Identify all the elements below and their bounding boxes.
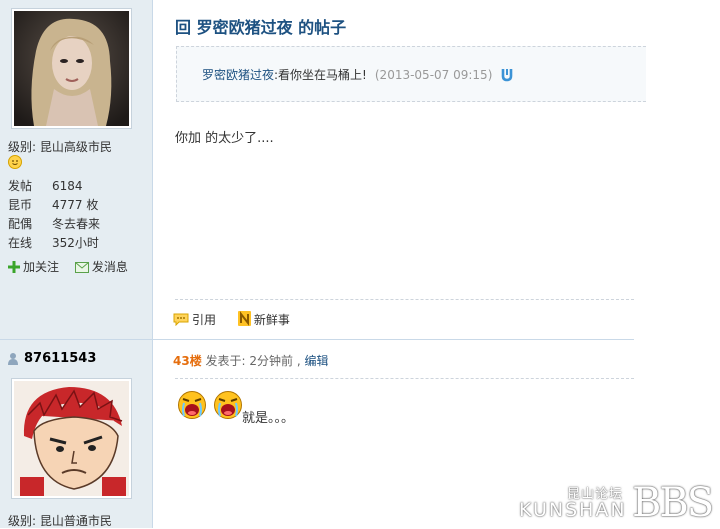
- post-body: 你加 的太少了....: [175, 131, 274, 146]
- stat-value: 352小时: [52, 236, 99, 250]
- quote-label: 引用: [192, 313, 217, 327]
- username-link[interactable]: 87611543: [24, 351, 96, 366]
- user-sidebar: 级别: 昆山高级市民 发帖 6184 昆币 4777 枚 配偶 冬去春来 在线 352小…: [0, 0, 153, 339]
- quote-author-link[interactable]: 罗密欧猪过夜: [202, 68, 274, 82]
- stat-label: 发帖: [8, 179, 33, 193]
- post-time: 发表于: 2分钟前 ,: [205, 354, 301, 368]
- stat-value: 6184: [52, 179, 83, 193]
- stat-value: 冬去春来: [52, 217, 101, 231]
- watermark-en: KUNSHAN: [519, 499, 627, 521]
- header-divider: [175, 378, 634, 379]
- stat-value: 4777 枚: [52, 198, 99, 212]
- avatar-portrait-image: [14, 11, 129, 127]
- floor-number[interactable]: 43楼: [173, 354, 202, 368]
- follow-label: 加关注: [23, 260, 60, 274]
- user-sidebar: 87611543 级别: 昆山普通市民: [0, 340, 153, 528]
- user-avatar[interactable]: [11, 378, 132, 499]
- stat-coins: 昆币 4777 枚: [8, 196, 100, 215]
- news-n-icon: [237, 311, 251, 326]
- stat-label: 在线: [8, 236, 33, 250]
- message-label: 发消息: [91, 260, 128, 274]
- stat-label: 配偶: [8, 217, 33, 231]
- user-level: 级别: 昆山高级市民: [8, 140, 112, 154]
- user-level: 级别: 昆山普通市民: [8, 514, 112, 528]
- crying-face-icon: [178, 391, 206, 419]
- quote-block: 罗密欧猪过夜:看你坐在马桶上! (2013-05-07 09:15): [176, 46, 646, 102]
- user-icon: [8, 353, 18, 365]
- fresh-news-button[interactable]: 新鲜事: [237, 311, 290, 328]
- stat-online: 在线 352小时: [8, 234, 100, 253]
- stat-spouse: 配偶 冬去春来: [8, 215, 100, 234]
- crying-face-icon: [213, 391, 242, 419]
- quote-time: (2013-05-07 09:15): [374, 68, 493, 82]
- smiley-level-icon: [8, 155, 22, 169]
- footer-divider: [175, 299, 634, 300]
- post-body: 就是。。。: [242, 411, 295, 426]
- plus-icon: [8, 261, 20, 273]
- emoticon-group: [177, 390, 243, 423]
- follow-button[interactable]: 加关注: [8, 258, 59, 275]
- quote-text: :看你坐在马桶上!: [274, 68, 367, 82]
- edit-link[interactable]: 编辑: [304, 354, 328, 368]
- envelope-icon: [74, 262, 89, 273]
- post-content: 回 罗密欧猪过夜 的帖子 罗密欧猪过夜:看你坐在马桶上! (2013-05-07 …: [153, 0, 646, 339]
- speech-bubble-icon: [173, 313, 189, 326]
- user-actions: 加关注 发消息: [8, 258, 140, 275]
- jump-to-post-icon[interactable]: [500, 68, 514, 82]
- post-title: 回 罗密欧猪过夜 的帖子: [175, 18, 347, 37]
- post-footer: 引用 新鲜事: [173, 311, 308, 328]
- fresh-news-label: 新鲜事: [253, 313, 290, 327]
- post-reply-1: 级别: 昆山高级市民 发帖 6184 昆币 4777 枚 配偶 冬去春来 在线 352小…: [0, 0, 646, 340]
- watermark-bbs: BBS: [632, 480, 714, 526]
- user-stats: 发帖 6184 昆币 4777 枚 配偶 冬去春来 在线 352小时: [8, 177, 100, 253]
- stat-label: 昆币: [8, 198, 33, 212]
- user-avatar[interactable]: [11, 8, 132, 129]
- quote-button[interactable]: 引用: [173, 311, 216, 328]
- avatar-cartoon-image: [14, 381, 129, 496]
- send-message-button[interactable]: 发消息: [74, 258, 128, 275]
- post-meta: 43楼 发表于: 2分钟前 , 编辑: [173, 352, 329, 369]
- stat-posts: 发帖 6184: [8, 177, 100, 196]
